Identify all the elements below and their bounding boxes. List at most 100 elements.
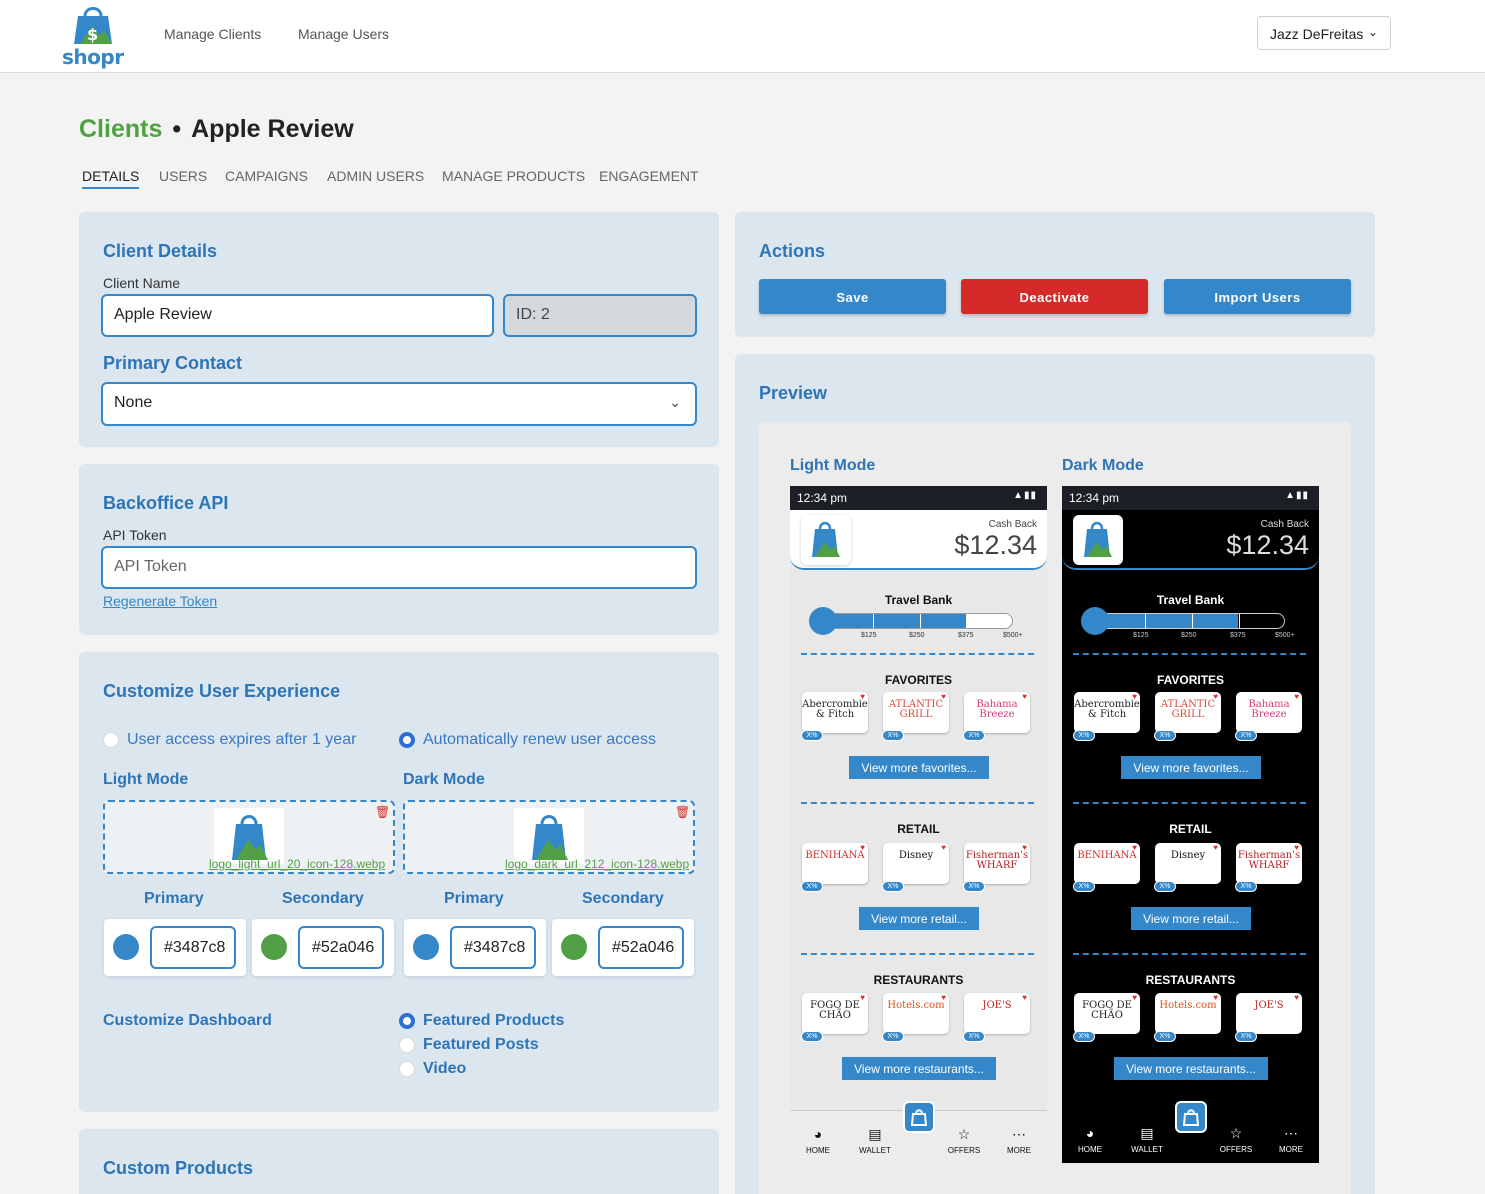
tab-home[interactable]: HOME: [1070, 1145, 1110, 1154]
heart-icon[interactable]: ♥: [941, 843, 946, 852]
tab-wallet[interactable]: WALLET: [1127, 1145, 1167, 1154]
tab-details[interactable]: DETAILS: [82, 168, 140, 189]
restaurants-tile[interactable]: FOGO DE CHÃO ♥: [1074, 993, 1140, 1034]
heart-icon[interactable]: ♥: [1022, 843, 1027, 852]
heart-icon[interactable]: ♥: [941, 692, 946, 701]
retail-view-more-button[interactable]: View more retail...: [1131, 907, 1251, 930]
tab-admin-users[interactable]: ADMIN USERS: [327, 168, 424, 187]
tab-offers[interactable]: OFFERS: [1216, 1145, 1256, 1154]
deactivate-button[interactable]: Deactivate: [961, 279, 1148, 314]
save-button[interactable]: Save: [759, 279, 946, 314]
heart-icon[interactable]: ♥: [860, 993, 865, 1002]
heart-icon[interactable]: ♥: [1213, 692, 1218, 701]
favorites-tile[interactable]: ATLANTIC GRILL ♥: [883, 692, 949, 733]
video-radio[interactable]: [399, 1061, 415, 1077]
retail-tile[interactable]: BENIHANA ♥: [802, 843, 868, 884]
auto-renew-radio[interactable]: [399, 732, 415, 748]
heart-icon[interactable]: ♥: [860, 843, 865, 852]
favorites-tile[interactable]: Abercrombie & Fitch ♥: [802, 692, 868, 733]
tab-home[interactable]: HOME: [798, 1146, 838, 1155]
featured-products-radio[interactable]: [399, 1013, 415, 1029]
heart-icon[interactable]: ♥: [1294, 993, 1299, 1002]
heart-icon[interactable]: ♥: [1294, 692, 1299, 701]
heart-icon[interactable]: ♥: [860, 692, 865, 701]
tab-more[interactable]: MORE: [999, 1146, 1039, 1155]
tab-more[interactable]: MORE: [1271, 1145, 1311, 1154]
favorites-tile[interactable]: Bahama Breeze ♥: [1236, 692, 1302, 733]
home-icon[interactable]: ◕: [1070, 1125, 1110, 1141]
tab-users[interactable]: USERS: [159, 168, 207, 187]
restaurants-tile[interactable]: Hotels.com ♥: [883, 993, 949, 1034]
tab-wallet[interactable]: WALLET: [855, 1146, 895, 1155]
color-swatch[interactable]: [561, 934, 587, 960]
merchant-name: Bahama Breeze: [976, 699, 1018, 720]
heart-icon[interactable]: ♥: [1213, 843, 1218, 852]
light-logo-dropzone[interactable]: logo_light_url_20_icon-128.webp 🗑: [103, 800, 395, 874]
regenerate-token-link[interactable]: Regenerate Token: [103, 593, 217, 609]
shopping-bag-logo-icon: [812, 521, 840, 557]
more-icon[interactable]: ⋯: [999, 1126, 1039, 1143]
dark-logo-filename[interactable]: logo_dark_url_212_icon-128.webp: [505, 857, 689, 871]
nav-manage-users[interactable]: Manage Users: [298, 26, 389, 42]
shopr-logo[interactable]: $ shopr: [60, 2, 124, 69]
color-swatch[interactable]: [413, 934, 439, 960]
heart-icon[interactable]: ♥: [1132, 993, 1137, 1002]
retail-tile[interactable]: Disney ♥: [883, 843, 949, 884]
shopping-bag-icon[interactable]: [903, 1101, 935, 1133]
access-expires-radio[interactable]: [103, 732, 119, 748]
heart-icon[interactable]: ♥: [1132, 843, 1137, 852]
api-token-input[interactable]: API Token: [101, 546, 697, 589]
favorites-tile[interactable]: Abercrombie & Fitch ♥: [1074, 692, 1140, 733]
more-icon[interactable]: ⋯: [1271, 1125, 1311, 1142]
restaurants-tile[interactable]: Hotels.com ♥: [1155, 993, 1221, 1034]
dark-secondary-hex-input[interactable]: #52a046: [598, 926, 684, 969]
color-swatch[interactable]: [261, 934, 287, 960]
dark-primary-hex-input[interactable]: #3487c8: [450, 926, 536, 969]
tab-offers[interactable]: OFFERS: [944, 1146, 984, 1155]
light-secondary-hex-input[interactable]: #52a046: [298, 926, 384, 969]
retail-tile[interactable]: Fisherman's WHARF ♥: [964, 843, 1030, 884]
restaurants-tile[interactable]: JOE'S ♥: [1236, 993, 1302, 1034]
heart-icon[interactable]: ♥: [1022, 692, 1027, 701]
light-primary-hex-input[interactable]: #3487c8: [150, 926, 236, 969]
heart-icon[interactable]: ♥: [1213, 993, 1218, 1002]
heart-icon[interactable]: ♥: [941, 993, 946, 1002]
offers-icon[interactable]: ☆: [1216, 1125, 1256, 1142]
light-logo-filename[interactable]: logo_light_url_20_icon-128.webp: [209, 857, 385, 871]
shopping-bag-icon[interactable]: [1175, 1101, 1207, 1133]
restaurants-tile[interactable]: FOGO DE CHÃO ♥: [802, 993, 868, 1034]
restaurants-tile[interactable]: JOE'S ♥: [964, 993, 1030, 1034]
client-name-input[interactable]: Apple Review: [101, 294, 494, 337]
heart-icon[interactable]: ♥: [1294, 843, 1299, 852]
favorites-tile[interactable]: Bahama Breeze ♥: [964, 692, 1030, 733]
wallet-icon[interactable]: ▤: [855, 1126, 895, 1143]
offers-icon[interactable]: ☆: [944, 1126, 984, 1143]
retail-tile[interactable]: Disney ♥: [1155, 843, 1221, 884]
home-icon[interactable]: ◕: [798, 1126, 838, 1142]
retail-tile[interactable]: BENIHANA ♥: [1074, 843, 1140, 884]
primary-contact-select[interactable]: None ⌄: [101, 382, 697, 426]
featured-posts-radio[interactable]: [399, 1037, 415, 1053]
retail-view-more-button[interactable]: View more retail...: [859, 907, 979, 930]
favorites-tile[interactable]: ATLANTIC GRILL ♥: [1155, 692, 1221, 733]
favorites-view-more-button[interactable]: View more favorites...: [849, 756, 989, 779]
tab-campaigns[interactable]: CAMPAIGNS: [225, 168, 308, 187]
restaurants-view-more-button[interactable]: View more restaurants...: [842, 1057, 996, 1080]
color-swatch[interactable]: [113, 934, 139, 960]
trash-icon[interactable]: 🗑: [375, 805, 390, 819]
cashback-badge: X%: [1235, 730, 1257, 741]
nav-manage-clients[interactable]: Manage Clients: [164, 26, 261, 42]
trash-icon[interactable]: 🗑: [675, 805, 690, 819]
tab-engagement[interactable]: ENGAGEMENT: [599, 168, 699, 187]
restaurants-view-more-button[interactable]: View more restaurants...: [1114, 1057, 1268, 1080]
heart-icon[interactable]: ♥: [1132, 692, 1137, 701]
wallet-icon[interactable]: ▤: [1127, 1125, 1167, 1142]
import-users-button[interactable]: Import Users: [1164, 279, 1351, 314]
dark-logo-dropzone[interactable]: logo_dark_url_212_icon-128.webp 🗑: [403, 800, 695, 874]
tab-manage-products[interactable]: MANAGE PRODUCTS: [442, 168, 585, 187]
user-menu-dropdown[interactable]: Jazz DeFreitas ⌄: [1257, 16, 1391, 50]
retail-tile[interactable]: Fisherman's WHARF ♥: [1236, 843, 1302, 884]
breadcrumb-clients-link[interactable]: Clients: [79, 115, 162, 143]
favorites-view-more-button[interactable]: View more favorites...: [1121, 756, 1261, 779]
heart-icon[interactable]: ♥: [1022, 993, 1027, 1002]
